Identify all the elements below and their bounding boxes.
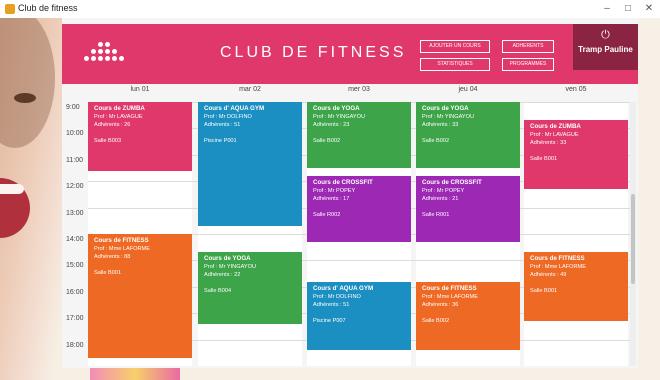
course-room: Salle B002 — [422, 138, 450, 144]
course-room: Piscine P001 — [204, 138, 237, 144]
page-title: CLUB DE FITNESS — [220, 44, 407, 61]
day-header: mer 03 — [348, 86, 370, 93]
course-members: Adhérents : 33 — [530, 140, 567, 147]
course-room: Salle B001 — [530, 156, 558, 163]
course-room: Salle B001 — [530, 288, 558, 295]
course-room: Salle B004 — [204, 288, 232, 295]
time-label: 13:00 — [66, 209, 84, 217]
course-teacher: Prof : Mr LAVAGUE — [94, 114, 143, 120]
course-event[interactable]: Cours de ZUMBA Prof : Mr LAVAGUE Adhérents… — [88, 102, 192, 171]
course-members: Adhérents : 22 — [204, 272, 241, 279]
time-label: 16:00 — [66, 288, 84, 296]
programs-button[interactable]: PROGRAMMES — [502, 58, 554, 71]
course-teacher: Prof : Mme LAFORME — [530, 264, 586, 271]
course-teacher: Prof : Mr POPEY — [422, 187, 465, 194]
app-window: CLUB DE FITNESS AJOUTER UN COURS ADHEREN… — [62, 18, 638, 368]
course-event[interactable]: Cours de CROSSFIT Prof : Mr POPEY Adhérent… — [416, 175, 520, 242]
minimize-button[interactable]: – — [596, 1, 618, 17]
time-label: 12:00 — [66, 183, 84, 191]
course-teacher: Prof : Mr LAVAGUE — [530, 132, 579, 139]
time-label: 10:00 — [66, 130, 84, 138]
course-teacher: Prof : Mr DOLFINO — [313, 293, 361, 300]
course-room: Salle R001 — [422, 211, 450, 218]
time-label: 11:00 — [66, 156, 83, 164]
course-title: Cours de YOGA — [204, 255, 251, 263]
course-event[interactable]: Cours d' AQUA GYM Prof : Mr DOLFINO Adhére… — [198, 102, 302, 227]
course-members: Adhérents : 36 — [422, 301, 459, 308]
course-title: Cours de ZUMBA — [94, 105, 145, 112]
course-teacher: Prof : Mr DOLFINO — [204, 114, 252, 120]
course-event[interactable]: Cours de FITNESS Prof : Mme LAFORME Adhére… — [88, 234, 192, 359]
course-room: Salle R002 — [313, 211, 341, 218]
course-title: Cours d' AQUA GYM — [204, 105, 265, 112]
course-title: Cours de CROSSFIT — [313, 178, 373, 186]
day-header: jeu 04 — [458, 86, 478, 93]
course-teacher: Prof : Mr YINGAYOU — [204, 264, 257, 271]
add-course-button[interactable]: AJOUTER UN COURS — [420, 40, 490, 53]
course-title: Cours d' AQUA GYM — [313, 284, 374, 292]
course-members: Adhérents : 51 — [313, 301, 350, 308]
course-members: Adhérents : 23 — [313, 122, 350, 128]
maximize-button[interactable]: □ — [617, 1, 639, 17]
course-teacher: Prof : Mme LAFORME — [94, 246, 150, 252]
day-header: lun 01 — [130, 86, 150, 93]
course-room: Salle B003 — [94, 138, 122, 144]
course-title: Cours de FITNESS — [530, 255, 585, 263]
time-label: 15:00 — [66, 262, 84, 270]
dots-logo-icon — [78, 40, 128, 66]
photo-towel — [90, 368, 180, 380]
day-header: mar 02 — [239, 86, 261, 93]
course-title: Cours de YOGA — [422, 105, 469, 112]
course-title: Cours de ZUMBA — [530, 123, 581, 131]
course-members: Adhérents : 17 — [313, 195, 350, 202]
course-teacher: Prof : Mme LAFORME — [422, 293, 478, 300]
photo-hair — [0, 18, 55, 148]
statistics-button[interactable]: STATISTIQUES — [420, 58, 490, 71]
calendar-grid: lun 01 mar 02 mer 03 jeu 04 ven 05 9:00 10:00 1… — [62, 84, 638, 368]
course-members: Adhérents : 49 — [530, 272, 567, 279]
course-members: Adhérents : 88 — [94, 254, 131, 260]
course-members: Adhérents : 21 — [422, 195, 459, 202]
course-teacher: Prof : Mr YINGAYOU — [422, 114, 475, 120]
user-logout-button[interactable]: ⏻ Tramp Pauline — [573, 24, 638, 70]
course-title: Cours de CROSSFIT — [422, 178, 482, 186]
course-members: Adhérents : 33 — [422, 122, 459, 128]
day-header: ven 05 — [565, 86, 587, 93]
time-label: 14:00 — [66, 236, 84, 243]
user-name: Tramp Pauline — [578, 45, 633, 54]
close-button[interactable]: ✕ — [638, 1, 660, 17]
course-event[interactable]: Cours de ZUMBA Prof : Mr LAVAGUE Adhérents… — [524, 120, 628, 190]
app-icon — [5, 4, 15, 14]
power-icon: ⏻ — [601, 29, 610, 41]
members-button[interactable]: ADHERENTS — [502, 40, 554, 53]
course-event[interactable]: Cours de YOGA Prof : Mr YINGAYOU Adhérents… — [416, 102, 520, 168]
vertical-scrollbar[interactable] — [630, 102, 636, 366]
course-title: Cours de YOGA — [313, 105, 360, 112]
time-label: 17:00 — [66, 315, 84, 323]
time-label: 9:00 — [66, 104, 80, 111]
course-event[interactable]: Cours de FITNESS Prof : Mme LAFORME Adhére… — [524, 252, 628, 322]
course-room: Salle B001 — [94, 270, 122, 276]
scrollbar-thumb[interactable] — [631, 194, 635, 284]
window-title: Club de fitness — [18, 3, 78, 13]
app-header: CLUB DE FITNESS AJOUTER UN COURS ADHEREN… — [62, 24, 638, 84]
photo-eye — [14, 93, 36, 103]
photo-teeth — [0, 184, 24, 194]
course-event[interactable]: Cours d' AQUA GYM Prof : Mr DOLFINO Adhére… — [307, 281, 411, 351]
course-room: Salle B002 — [422, 317, 450, 324]
window-titlebar: Club de fitness – □ ✕ — [0, 0, 660, 19]
course-members: Adhérents : 26 — [94, 122, 131, 128]
course-teacher: Prof : Mr YINGAYOU — [313, 114, 366, 120]
course-event[interactable]: Cours de CROSSFIT Prof : Mr POPEY Adhérent… — [307, 175, 411, 242]
course-teacher: Prof : Mr POPEY — [313, 187, 356, 194]
course-title: Cours de FITNESS — [422, 284, 477, 292]
time-label: 18:00 — [66, 341, 84, 349]
course-room: Piscine P007 — [313, 317, 346, 324]
course-event[interactable]: Cours de YOGA Prof : Mr YINGAYOU Adhérents… — [198, 252, 302, 324]
course-event[interactable]: Cours de YOGA Prof : Mr YINGAYOU Adhérents… — [307, 102, 411, 168]
course-room: Salle B002 — [313, 138, 341, 144]
course-event[interactable]: Cours de FITNESS Prof : Mme LAFORME Adhére… — [416, 281, 520, 351]
course-title: Cours de FITNESS — [94, 237, 149, 244]
course-members: Adhérents : 51 — [204, 122, 241, 128]
